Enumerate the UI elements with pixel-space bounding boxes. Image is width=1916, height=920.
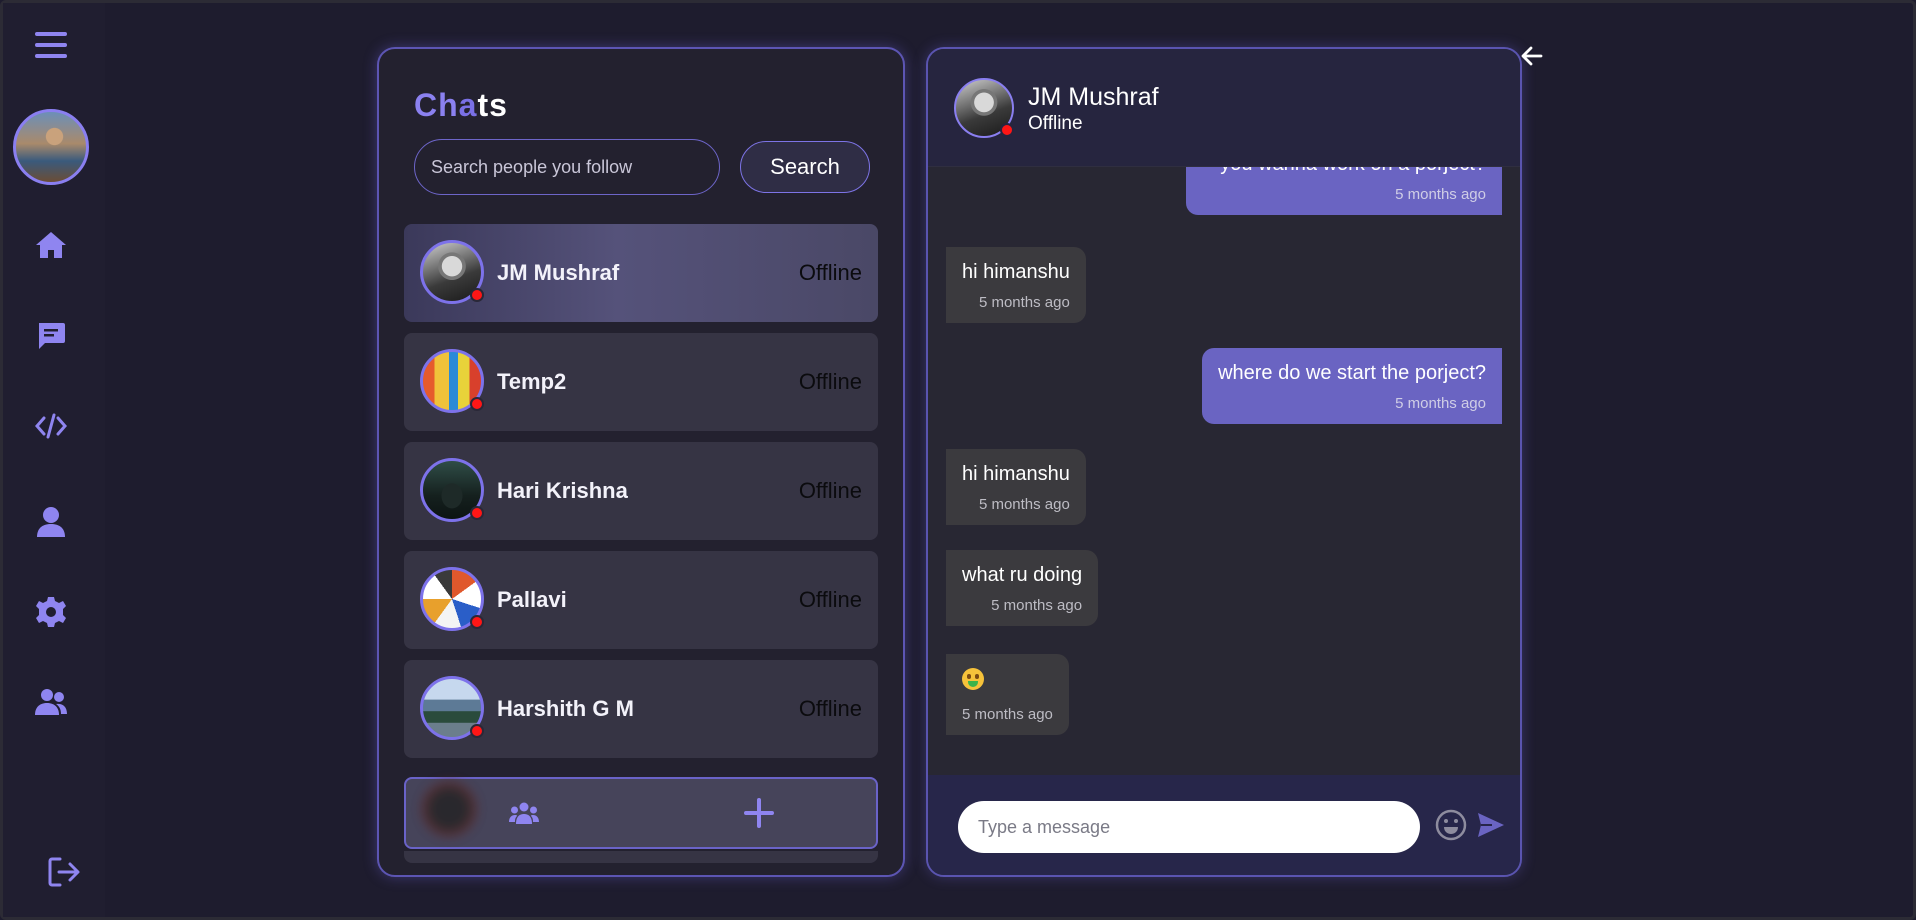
message-time: 5 months ago (978, 294, 1070, 311)
send-icon[interactable] (1473, 807, 1509, 843)
conversation-header: JM Mushraf Offline (928, 49, 1520, 167)
chat-item-status: Offline (798, 696, 862, 721)
chat-item-name: Hari Krishna (497, 478, 628, 503)
chats-title-part: Ch (414, 87, 459, 123)
chat-item-jm-mushraf[interactable]: JM Mushraf Offline (404, 224, 878, 322)
menu-icon[interactable] (23, 21, 79, 69)
chat-item-pallavi[interactable]: Pallavi Offline (404, 551, 878, 649)
message-time: 5 months ago (962, 706, 1053, 723)
offline-status-dot (470, 288, 484, 302)
message-text: hi himanshu (962, 261, 1070, 283)
logout-icon[interactable] (36, 848, 92, 896)
offline-status-dot (470, 506, 484, 520)
chat-item-name: Temp2 (497, 369, 567, 394)
search-button[interactable]: Search (740, 141, 870, 193)
message-list[interactable]: you wanna work on a porject? 5 months ag… (928, 167, 1520, 821)
offline-status-dot (470, 615, 484, 629)
chats-title: Chats (414, 87, 508, 124)
chat-item-hari-krishna[interactable]: Hari Krishna Offline (404, 442, 878, 540)
chat-item-harshith-g-m[interactable]: Harshith G M Offline (404, 660, 878, 758)
message-text: hi himanshu (962, 463, 1070, 485)
offline-status-dot (470, 724, 484, 738)
message-input[interactable] (958, 801, 1420, 853)
home-icon[interactable] (23, 221, 79, 269)
message-incoming: what ru doing 5 months ago (946, 550, 1099, 626)
user-avatar[interactable] (13, 109, 89, 185)
message-incoming: hi himanshu 5 months ago (946, 449, 1086, 525)
chat-item-partial (404, 851, 878, 863)
group-chat-icon[interactable] (506, 797, 542, 829)
chat-item-name: Harshith G M (497, 696, 634, 721)
conversation-panel: JM Mushraf Offline you wanna work on a p… (926, 47, 1522, 877)
message-composer (928, 775, 1520, 875)
chat-item-name: JM Mushraf (497, 260, 620, 285)
code-icon[interactable] (23, 402, 79, 450)
contact-status: Offline (1028, 113, 1083, 134)
chat-item-name: Pallavi (497, 587, 567, 612)
message-time: 5 months ago (978, 496, 1070, 513)
message-text: where do we start the porject? (1218, 362, 1486, 384)
chats-title-part: a (458, 87, 478, 123)
message-time: 5 months ago (991, 597, 1083, 614)
offline-status-dot (470, 397, 484, 411)
users-icon[interactable] (23, 678, 79, 726)
chats-panel: Chats Search JM Mushraf Offline Temp2 Of… (377, 47, 905, 877)
add-chat-icon[interactable] (739, 793, 779, 833)
message-time: 5 months ago (1395, 186, 1486, 203)
offline-status-dot (1000, 123, 1014, 137)
chat-item-temp2[interactable]: Temp2 Offline (404, 333, 878, 431)
contact-name: JM Mushraf (1028, 83, 1159, 111)
sidebar (3, 3, 105, 917)
message-incoming: hi himanshu 5 months ago (946, 247, 1086, 323)
back-arrow-icon[interactable] (1518, 44, 1546, 68)
chats-title-part: ts (477, 87, 508, 123)
message-outgoing: where do we start the porject? 5 months … (1202, 348, 1502, 424)
user-icon[interactable] (23, 498, 79, 546)
money-mouth-face-emoji (962, 668, 1053, 696)
settings-icon[interactable] (23, 588, 79, 636)
search-input[interactable] (414, 139, 720, 195)
message-time: 5 months ago (1395, 395, 1486, 412)
message-incoming: 5 months ago (946, 654, 1069, 735)
message-outgoing: you wanna work on a porject? 5 months ag… (1186, 167, 1502, 215)
emoji-icon[interactable] (1433, 807, 1469, 843)
blurred-avatar (419, 779, 479, 839)
chat-item-status: Offline (798, 587, 862, 612)
chat-item-status: Offline (798, 478, 862, 503)
chat-icon[interactable] (23, 312, 79, 360)
chat-item-status: Offline (798, 260, 862, 285)
message-text: what ru doing (962, 564, 1083, 586)
message-text: you wanna work on a porject? (1202, 167, 1486, 176)
chat-item-status: Offline (798, 369, 862, 394)
